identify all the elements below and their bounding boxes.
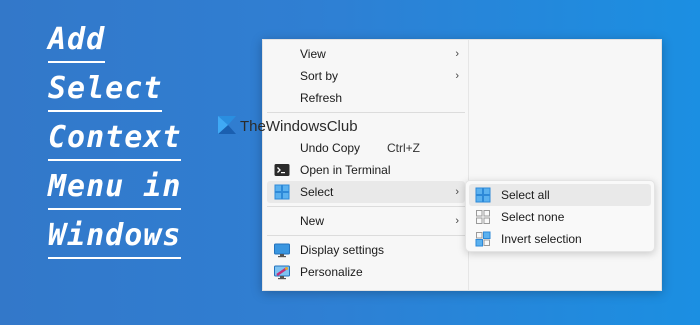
- invert-selection-icon: [475, 231, 491, 247]
- menu-item-label: Open in Terminal: [300, 163, 391, 177]
- menu-item-label: View: [300, 47, 326, 61]
- chevron-right-icon: ›: [455, 48, 459, 60]
- windows-club-logo-icon: [218, 116, 238, 134]
- menu-item-label: Select: [300, 185, 334, 199]
- heading-line-2: Select: [48, 71, 233, 122]
- menu-separator: [267, 235, 465, 236]
- menu-item-undo-copy[interactable]: Undo Copy Ctrl+Z: [267, 137, 465, 159]
- terminal-icon: [274, 162, 290, 178]
- menu-item-label: Sort by: [300, 69, 339, 83]
- menu-item-label: Refresh: [300, 91, 343, 105]
- watermark-text: TheWindowsClub: [240, 118, 358, 135]
- chevron-right-icon: ›: [455, 186, 459, 198]
- menu-item-label: Undo Copy: [300, 141, 361, 155]
- watermark: TheWindowsClub: [218, 116, 358, 135]
- submenu-item-label: Invert selection: [501, 232, 582, 246]
- menu-item-open-in-terminal[interactable]: Open in Terminal: [267, 159, 465, 181]
- select-all-icon: [475, 187, 491, 203]
- heading-line-5: Windows: [48, 218, 233, 269]
- select-none-icon: [475, 209, 491, 225]
- menu-separator: [267, 206, 465, 207]
- shortcut-label: Ctrl+Z: [387, 141, 420, 155]
- page-heading: Add Select Context Menu in Windows: [48, 22, 233, 269]
- context-menu: View › Sort by › Refresh Undo Copy Ctrl+…: [262, 39, 662, 291]
- submenu-item-label: Select all: [501, 188, 550, 202]
- display-icon: [274, 242, 290, 258]
- select-submenu: Select all Select none Invert selection: [465, 180, 655, 252]
- heading-line-1: Add: [48, 22, 233, 73]
- menu-item-select[interactable]: Select ›: [267, 181, 465, 203]
- select-icon: [274, 184, 290, 200]
- heading-line-3: Context: [48, 120, 233, 171]
- submenu-item-label: Select none: [501, 210, 565, 224]
- context-menu-list: View › Sort by › Refresh Undo Copy Ctrl+…: [263, 40, 469, 290]
- personalize-icon: [274, 264, 290, 280]
- menu-item-sort-by[interactable]: Sort by ›: [267, 65, 465, 87]
- chevron-right-icon: ›: [455, 215, 459, 227]
- menu-item-refresh[interactable]: Refresh: [267, 87, 465, 109]
- menu-item-label: Display settings: [300, 243, 385, 257]
- heading-line-4: Menu in: [48, 169, 233, 220]
- chevron-right-icon: ›: [455, 70, 459, 82]
- menu-item-view[interactable]: View ›: [267, 43, 465, 65]
- menu-separator: [267, 112, 465, 113]
- submenu-item-invert-selection[interactable]: Invert selection: [469, 228, 651, 250]
- menu-item-new[interactable]: New ›: [267, 210, 465, 232]
- menu-item-display-settings[interactable]: Display settings: [267, 239, 465, 261]
- menu-item-personalize[interactable]: Personalize: [267, 261, 465, 283]
- menu-item-label: Personalize: [300, 265, 363, 279]
- submenu-item-select-all[interactable]: Select all: [469, 184, 651, 206]
- menu-item-label: New: [300, 214, 325, 228]
- submenu-item-select-none[interactable]: Select none: [469, 206, 651, 228]
